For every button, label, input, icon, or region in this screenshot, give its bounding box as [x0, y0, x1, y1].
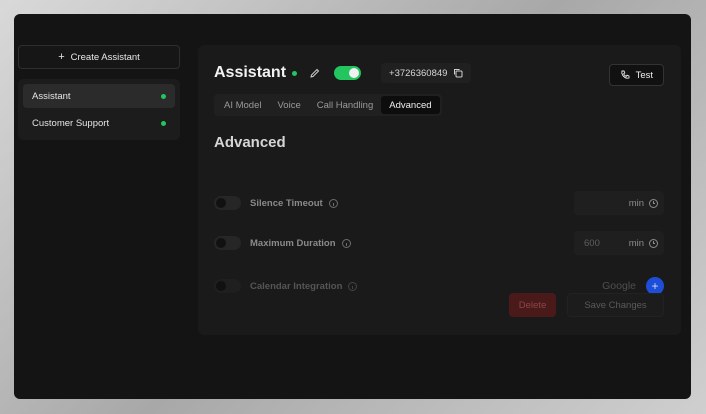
sidebar: + Create Assistant Assistant Customer Su… — [18, 45, 180, 140]
clock-icon — [649, 238, 658, 248]
assistant-enabled-toggle[interactable] — [334, 66, 362, 80]
unit-label: min — [628, 197, 644, 209]
setting-silence-timeout: Silence Timeout min — [214, 191, 664, 215]
test-label: Test — [635, 69, 653, 81]
panel-header: Assistant +3726360849 — [214, 63, 472, 83]
delete-button[interactable]: Delete — [509, 293, 556, 317]
phone-number-chip: +3726360849 — [381, 63, 472, 83]
panel-footer: Delete Save Changes — [509, 293, 664, 317]
maximum-duration-toggle[interactable] — [214, 236, 241, 250]
maximum-duration-input[interactable]: 600 min — [574, 231, 664, 255]
settings-tabs: AI Model Voice Call Handling Advanced — [214, 94, 442, 116]
setting-label: Calendar Integration — [250, 280, 343, 292]
calendar-integration-toggle[interactable] — [214, 279, 241, 293]
copy-icon[interactable] — [453, 68, 463, 78]
setting-label: Maximum Duration — [250, 237, 336, 249]
status-dot — [292, 70, 298, 76]
app-window: + Create Assistant Assistant Customer Su… — [14, 14, 691, 399]
unit-label: min — [628, 237, 644, 249]
pencil-icon[interactable] — [309, 67, 321, 79]
setting-maximum-duration: Maximum Duration 600 min — [214, 231, 664, 255]
assistant-title: Assistant — [214, 64, 287, 81]
info-icon[interactable] — [348, 281, 358, 291]
tab-voice[interactable]: Voice — [270, 96, 309, 114]
info-icon[interactable] — [328, 198, 338, 208]
tab-call-handling[interactable]: Call Handling — [309, 96, 382, 114]
google-label: Google — [602, 280, 636, 292]
status-dot — [161, 120, 166, 126]
phone-icon — [620, 70, 630, 80]
input-value: 600 — [584, 237, 600, 249]
assistant-list-item-label: Customer Support — [32, 117, 110, 129]
assistant-list-item[interactable]: Customer Support — [23, 111, 175, 135]
info-icon[interactable] — [341, 238, 351, 248]
create-assistant-button[interactable]: + Create Assistant — [18, 45, 180, 69]
silence-timeout-input[interactable]: min — [574, 191, 664, 215]
silence-timeout-toggle[interactable] — [214, 196, 241, 210]
save-changes-button[interactable]: Save Changes — [567, 293, 664, 317]
assistant-list-item[interactable]: Assistant — [23, 84, 175, 108]
section-title: Advanced — [214, 134, 286, 151]
setting-label: Silence Timeout — [250, 197, 323, 209]
tab-advanced[interactable]: Advanced — [381, 96, 440, 114]
status-dot — [161, 93, 166, 99]
test-call-button[interactable]: Test — [608, 64, 664, 86]
phone-number: +3726360849 — [389, 67, 448, 79]
plus-icon: + — [58, 50, 65, 63]
tab-ai-model[interactable]: AI Model — [216, 96, 270, 114]
assistant-panel: Assistant +3726360849 Test AI Model Voic… — [198, 45, 681, 335]
create-assistant-label: Create Assistant — [70, 51, 140, 63]
assistant-list-item-label: Assistant — [32, 90, 71, 102]
clock-icon — [649, 198, 658, 208]
assistant-list: Assistant Customer Support — [18, 79, 180, 140]
